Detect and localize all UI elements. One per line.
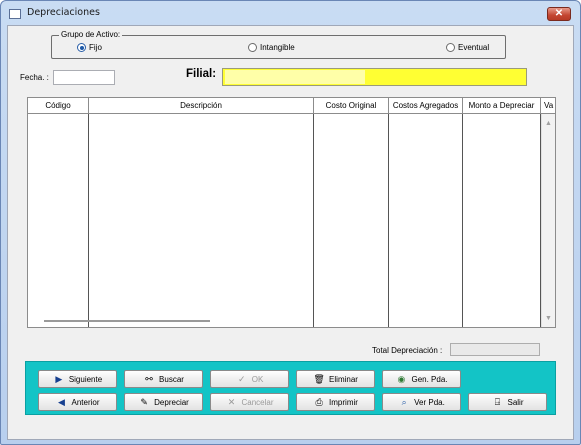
filial-label: Filial: (186, 68, 217, 80)
radio-icon (446, 43, 455, 52)
siguiente-button[interactable]: ▶ Siguiente (38, 370, 117, 388)
group-legend: Grupo de Activo: (59, 30, 123, 40)
ver-pda-label: Ver Pda. (414, 397, 445, 407)
col-valor[interactable]: Va (541, 98, 555, 114)
eliminar-label: Eliminar (329, 374, 358, 384)
imprimir-label: Imprimir (329, 397, 358, 407)
window: Depreciaciones ✕ Grupo de Activo: Fijo I… (0, 0, 581, 445)
radio-label: Eventual (458, 43, 490, 52)
salir-label: Salir (507, 397, 524, 407)
printer-icon: ⎙ (315, 396, 323, 407)
title-bar[interactable]: Depreciaciones ✕ (1, 1, 580, 25)
x-icon: ✕ (227, 396, 236, 407)
filial-highlight (225, 70, 365, 84)
imprimir-button[interactable]: ⎙ Imprimir (296, 393, 375, 411)
gen-pda-button[interactable]: ◉ Gen. Pda. (382, 370, 461, 388)
anterior-button[interactable]: ◀ Anterior (38, 393, 117, 411)
col-costos-agregados[interactable]: Costos Agregados (389, 98, 463, 114)
ok-label: OK (251, 374, 264, 384)
column-divider (462, 114, 463, 327)
col-codigo[interactable]: Código (28, 98, 89, 114)
scroll-down-icon[interactable]: ▼ (545, 315, 552, 322)
scroll-up-icon[interactable]: ▲ (545, 120, 552, 127)
fecha-label: Fecha. : (20, 73, 49, 82)
buscar-button[interactable]: ⚯ Buscar (124, 370, 203, 388)
anterior-label: Anterior (71, 397, 100, 407)
col-monto-depreciar[interactable]: Monto a Depreciar (463, 98, 541, 114)
globe-icon: ◉ (397, 373, 406, 384)
play-right-icon: ▶ (55, 373, 63, 384)
close-icon: ✕ (554, 8, 564, 19)
window-icon (9, 9, 21, 19)
cancelar-label: Cancelar (241, 397, 274, 407)
gen-pda-label: Gen. Pda. (411, 374, 448, 384)
radio-icon (248, 43, 257, 52)
col-descripcion[interactable]: Descripción (89, 98, 314, 114)
ver-pda-button[interactable]: ⌕ Ver Pda. (382, 393, 461, 411)
binoculars-icon: ⚯ (145, 373, 153, 384)
close-button[interactable]: ✕ (547, 7, 571, 21)
depreciar-button[interactable]: ✎ Depreciar (124, 393, 203, 411)
checkmark-icon: ✓ (237, 373, 246, 384)
siguiente-label: Siguiente (68, 374, 103, 384)
column-divider (313, 114, 314, 327)
column-divider (88, 114, 89, 327)
total-depreciacion-field (450, 343, 540, 356)
radio-intangible[interactable]: Intangible (248, 43, 295, 52)
table-header: Código Descripción Costo Original Costos… (28, 98, 555, 114)
depreciar-label: Depreciar (154, 397, 189, 407)
vertical-scrollbar[interactable]: ▲ ▼ (541, 114, 555, 327)
salir-button[interactable]: ⍈ Salir (468, 393, 547, 411)
buscar-label: Buscar (159, 374, 184, 384)
radio-fijo[interactable]: Fijo (77, 43, 102, 52)
radio-selected-icon (77, 43, 86, 52)
ok-button[interactable]: ✓ OK (210, 370, 289, 388)
radio-eventual[interactable]: Eventual (446, 43, 489, 52)
total-depreciacion-label: Total Depreciación : (372, 346, 443, 355)
play-left-icon: ◀ (58, 396, 65, 407)
depreciation-table[interactable]: Código Descripción Costo Original Costos… (27, 97, 556, 328)
horizontal-scrollbar[interactable] (44, 320, 210, 322)
pencil-icon: ✎ (140, 396, 148, 407)
fecha-input[interactable] (53, 70, 115, 85)
column-divider (388, 114, 389, 327)
form-body: Grupo de Activo: Fijo Intangible Eventua… (7, 25, 574, 440)
radio-label: Intangible (260, 43, 295, 52)
magnifier-icon: ⌕ (401, 396, 407, 407)
button-bar: ▶ Siguiente ⚯ Buscar ✓ OK 🗑 Eliminar ◉ G… (25, 361, 556, 415)
cancelar-button[interactable]: ✕ Cancelar (210, 393, 289, 411)
window-title: Depreciaciones (27, 7, 100, 18)
filial-input[interactable] (222, 68, 527, 86)
trash-icon: 🗑 (313, 373, 325, 384)
eliminar-button[interactable]: 🗑 Eliminar (296, 370, 375, 388)
col-costo-original[interactable]: Costo Original (314, 98, 389, 114)
grupo-activo-group: Grupo de Activo: Fijo Intangible Eventua… (51, 30, 506, 59)
radio-label: Fijo (89, 43, 102, 52)
exit-door-icon: ⍈ (494, 396, 501, 407)
